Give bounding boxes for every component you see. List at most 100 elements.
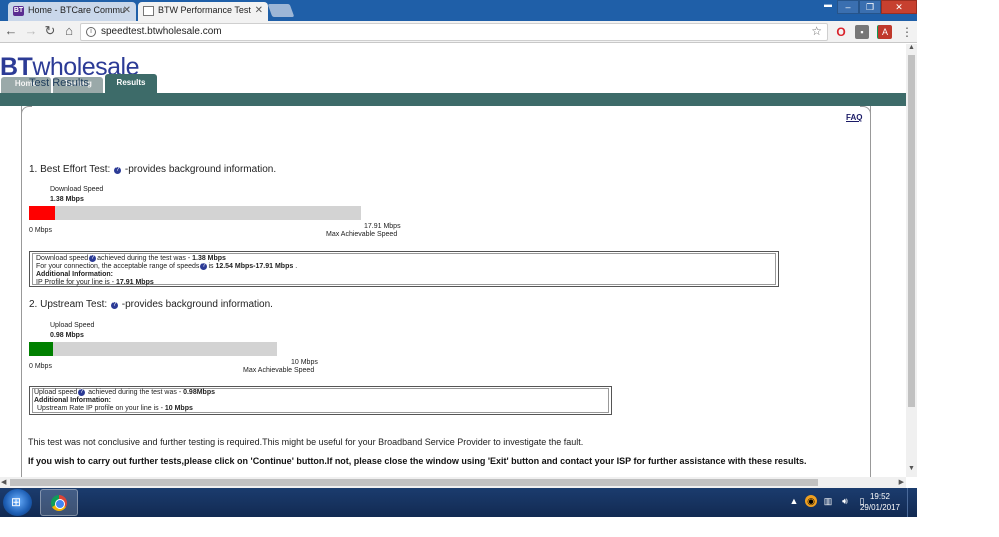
- vertical-scrollbar[interactable]: ▲ ▼: [906, 44, 917, 477]
- download-heading: 1. Best Effort Test: ? -provides backgro…: [29, 164, 276, 175]
- horizontal-scrollbar[interactable]: ◀ ▶: [0, 477, 906, 488]
- opera-icon[interactable]: O: [834, 25, 848, 39]
- download-speed-value: 1.38 Mbps: [50, 196, 84, 203]
- help-icon[interactable]: ?: [114, 167, 122, 174]
- header-bar: [0, 93, 906, 106]
- upload-min-label: 0 Mbps: [29, 363, 52, 370]
- scroll-up-icon[interactable]: ▲: [906, 44, 917, 54]
- clock-date: 29/01/2017: [859, 503, 901, 512]
- upload-info-line: Upstream Rate IP profile on your line is…: [34, 405, 607, 413]
- info-icon[interactable]: i: [86, 27, 96, 37]
- upload-speed-label: Upload Speed: [50, 322, 95, 329]
- tab-label: BTW Performance Test: [158, 5, 251, 15]
- info-text: achieved during the test was -: [86, 389, 184, 396]
- inconclusive-message: This test was not conclusive and further…: [28, 437, 584, 447]
- help-icon[interactable]: ?: [110, 302, 118, 309]
- chrome-taskbar-button[interactable]: [40, 489, 78, 516]
- help-icon[interactable]: ?: [78, 389, 86, 396]
- help-icon[interactable]: ?: [200, 263, 208, 270]
- address-bar[interactable]: i speedtest.btwholesale.com ☆: [80, 23, 828, 41]
- minimize-button[interactable]: –: [837, 0, 859, 14]
- upload-achieved-value: 0.98Mbps: [183, 389, 215, 396]
- download-info-line: IP Profile for your line is - 17.91 Mbps: [36, 279, 772, 287]
- info-text: Upstream Rate IP profile on your line is…: [37, 405, 165, 412]
- user-profile-icon[interactable]: ▬: [824, 0, 838, 10]
- scroll-right-icon[interactable]: ▶: [899, 478, 904, 486]
- windows-logo-icon: ⊞: [11, 495, 22, 509]
- upload-max-caption: Max Achievable Speed: [243, 367, 315, 374]
- network-icon[interactable]: ▥: [822, 495, 834, 507]
- browser-toolbar: ← → ↻ ⌂ i speedtest.btwholesale.com ☆ O …: [0, 21, 917, 43]
- windows-taskbar: ⊞ ▲ ◉ ▥ 🔊︎ ▯ 19:52 29/01/2017: [0, 488, 917, 517]
- info-text: .: [293, 263, 298, 270]
- bookmark-star-icon[interactable]: ☆: [811, 24, 822, 38]
- info-text: achieved during the test was -: [97, 255, 193, 262]
- browser-titlebar: BT Home - BTCare Commu ✕ BTW Performance…: [0, 0, 917, 21]
- tab-btw-performance-test[interactable]: BTW Performance Test ✕: [138, 2, 268, 21]
- restore-button[interactable]: ❐: [859, 0, 881, 14]
- tab-label: Home - BTCare Commu: [28, 5, 126, 15]
- bt-favicon-icon: BT: [13, 6, 24, 16]
- instructions-message: If you wish to carry out further tests,p…: [28, 456, 807, 466]
- pdf-icon[interactable]: A: [878, 25, 892, 39]
- info-text: For your connection, the acceptable rang…: [36, 263, 200, 270]
- menu-icon[interactable]: ⋮: [900, 25, 914, 39]
- download-achieved-value: 1.38 Mbps: [192, 255, 226, 262]
- close-window-button[interactable]: ✕: [881, 0, 917, 14]
- download-info-line: For your connection, the acceptable rang…: [36, 263, 772, 271]
- download-heading-label: 1. Best Effort Test:: [29, 164, 111, 175]
- page-title: Test Results: [29, 77, 89, 89]
- download-info-box: Download speed? achieved during the test …: [29, 251, 779, 287]
- acceptable-range-value: 12.54 Mbps-17.91 Mbps: [215, 263, 294, 270]
- download-speed-bar: [29, 206, 361, 220]
- additional-info-label: Additional Information:: [34, 397, 111, 404]
- forward-icon[interactable]: →: [23, 23, 39, 39]
- start-button[interactable]: ⊞: [3, 489, 32, 516]
- tray-expand-icon[interactable]: ▲: [788, 495, 800, 507]
- upload-heading-label: 2. Upstream Test:: [29, 299, 108, 310]
- tab-close-icon[interactable]: ✕: [123, 2, 131, 19]
- download-max-label: 17.91 Mbps: [364, 223, 401, 230]
- nav-tab-results[interactable]: Results: [105, 74, 157, 93]
- ip-profile-value: 17.91 Mbps: [116, 279, 154, 286]
- new-tab-button[interactable]: [267, 4, 295, 17]
- horizontal-scroll-thumb[interactable]: [10, 479, 818, 486]
- reload-icon[interactable]: ↻: [42, 23, 58, 39]
- results-panel: [21, 106, 871, 477]
- chrome-icon: [51, 495, 67, 511]
- help-icon[interactable]: ?: [89, 255, 97, 262]
- upload-speed-value: 0.98 Mbps: [50, 332, 84, 339]
- home-icon[interactable]: ⌂: [61, 23, 77, 39]
- upload-info-inner: Upload speed? achieved during the test w…: [32, 388, 609, 413]
- info-text: Download speed: [36, 255, 89, 262]
- download-min-label: 0 Mbps: [29, 227, 52, 234]
- upload-speed-bar-fill: [29, 342, 54, 356]
- download-speed-label: Download Speed: [50, 186, 104, 193]
- upload-speed-bar: [29, 342, 277, 356]
- tab-close-icon[interactable]: ✕: [255, 2, 263, 19]
- page-favicon-icon: [143, 6, 154, 16]
- vertical-scroll-thumb[interactable]: [908, 55, 915, 407]
- upload-heading: 2. Upstream Test: ? -provides background…: [29, 299, 273, 310]
- scroll-down-icon[interactable]: ▼: [906, 465, 917, 475]
- extension-icon[interactable]: ▪: [855, 25, 869, 39]
- scroll-left-icon[interactable]: ◀: [1, 478, 6, 486]
- download-max-caption: Max Achievable Speed: [326, 231, 398, 238]
- faq-link[interactable]: FAQ: [846, 113, 862, 122]
- window-controls: – ❐ ✕: [837, 0, 917, 14]
- desktop-screen: BT Home - BTCare Commu ✕ BTW Performance…: [0, 0, 999, 537]
- system-tray: ▲ ◉ ▥ 🔊︎ ▯: [788, 495, 868, 507]
- show-desktop-button[interactable]: [907, 488, 917, 517]
- upload-max-label: 10 Mbps: [291, 359, 318, 366]
- taskbar-clock[interactable]: 19:52 29/01/2017: [858, 491, 902, 513]
- volume-icon[interactable]: 🔊︎: [839, 495, 851, 507]
- info-text: IP Profile for your line is -: [36, 279, 117, 286]
- tray-app-icon[interactable]: ◉: [805, 495, 817, 507]
- url-text[interactable]: speedtest.btwholesale.com: [101, 26, 222, 37]
- download-speed-bar-fill: [29, 206, 55, 220]
- back-icon[interactable]: ←: [3, 23, 19, 39]
- upstream-profile-value: 10 Mbps: [164, 405, 193, 412]
- additional-info-label: Additional Information:: [36, 271, 113, 278]
- download-info-inner: Download speed? achieved during the test …: [32, 253, 776, 287]
- tab-btcare-home[interactable]: BT Home - BTCare Commu ✕: [8, 2, 136, 21]
